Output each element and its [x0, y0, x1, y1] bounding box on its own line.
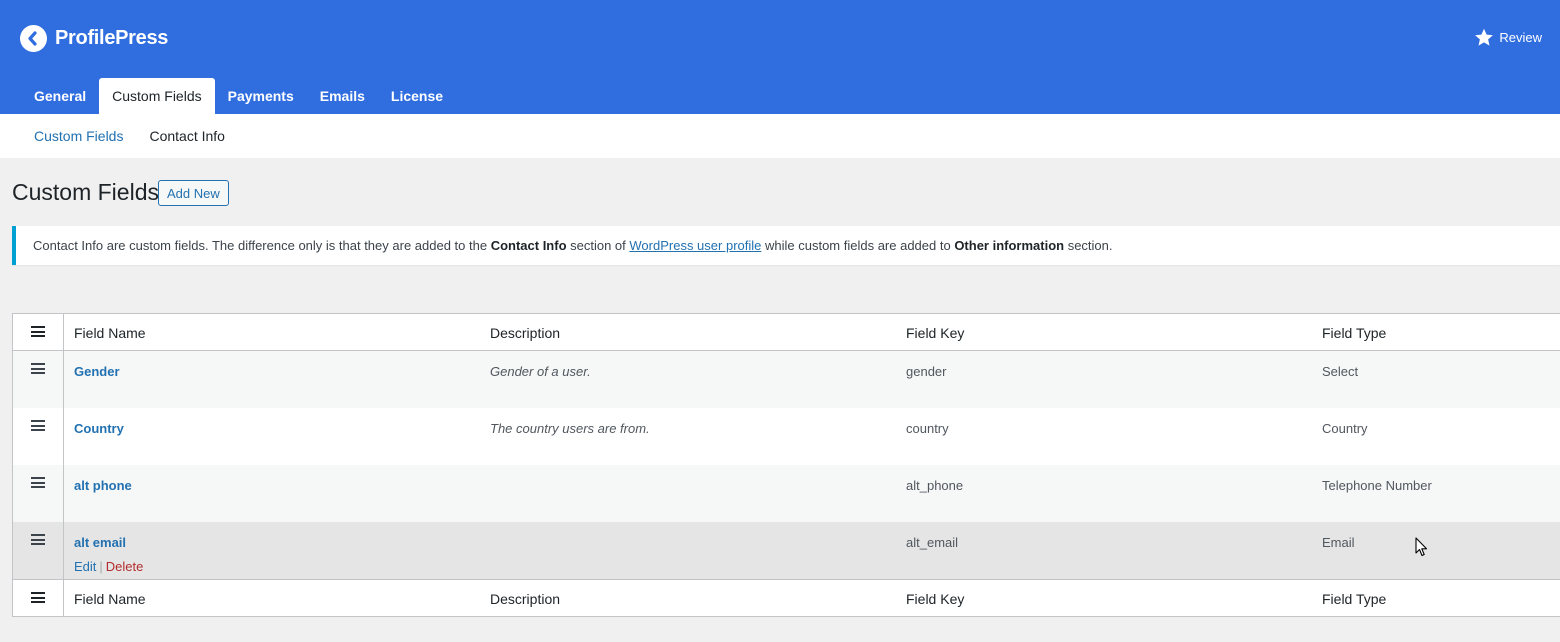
- drag-handle-icon: [31, 420, 45, 431]
- column-header-field-key[interactable]: Field Key: [896, 314, 1312, 350]
- column-footer-description[interactable]: Description: [480, 580, 896, 616]
- table-row: alt email Edit | Delete alt_email Email: [13, 522, 1560, 579]
- field-name-link[interactable]: Country: [64, 408, 480, 465]
- notice-text: Contact Info are custom fields. The diff…: [33, 238, 491, 253]
- notice-text: section.: [1064, 238, 1113, 253]
- delete-link[interactable]: Delete: [106, 559, 144, 574]
- tab-emails[interactable]: Emails: [307, 78, 378, 114]
- main-tabs: General Custom Fields Payments Emails Li…: [21, 78, 456, 114]
- field-description: The country users are from.: [490, 421, 650, 436]
- profilepress-logo[interactable]: ProfilePress: [20, 25, 168, 52]
- notice-bold-other-information: Other information: [954, 238, 1065, 253]
- table-header-row: Field Name Description Field Key Field T…: [13, 314, 1560, 351]
- info-notice: Contact Info are custom fields. The diff…: [12, 226, 1560, 265]
- column-footer-field-key[interactable]: Field Key: [896, 580, 1312, 616]
- menu-icon: [31, 592, 45, 603]
- column-footer-field-type[interactable]: Field Type: [1312, 580, 1542, 616]
- add-new-button[interactable]: Add New: [158, 180, 229, 206]
- sub-navigation: Custom Fields Contact Info: [0, 114, 1560, 158]
- custom-fields-table: Field Name Description Field Key Field T…: [12, 313, 1560, 617]
- table-row: alt phone alt_phone Telephone Number: [13, 465, 1560, 522]
- drag-handle[interactable]: [13, 351, 64, 408]
- column-header-field-name[interactable]: Field Name: [64, 314, 480, 350]
- review-button[interactable]: Review: [1474, 28, 1542, 47]
- drag-handle[interactable]: [13, 465, 64, 522]
- subtab-custom-fields[interactable]: Custom Fields: [21, 128, 136, 144]
- subtab-contact-info[interactable]: Contact Info: [136, 128, 238, 144]
- top-header: ProfilePress Review General Custom Field…: [0, 0, 1560, 114]
- notice-text: while custom fields are added to: [761, 238, 955, 253]
- menu-icon: [31, 326, 45, 337]
- edit-link[interactable]: Edit: [74, 559, 96, 574]
- tab-custom-fields[interactable]: Custom Fields: [99, 78, 215, 114]
- drag-handle[interactable]: [13, 408, 64, 465]
- field-type: Select: [1322, 364, 1359, 379]
- field-description: Gender of a user.: [490, 364, 591, 379]
- field-type: Telephone Number: [1322, 478, 1432, 493]
- column-header-field-type[interactable]: Field Type: [1312, 314, 1542, 350]
- tab-license[interactable]: License: [378, 78, 456, 114]
- column-header-description[interactable]: Description: [480, 314, 896, 350]
- column-footer-field-name[interactable]: Field Name: [64, 580, 480, 616]
- notice-text: section of: [566, 238, 630, 253]
- field-description: [480, 522, 896, 579]
- drag-handle-icon: [31, 363, 45, 374]
- table-row: Country The country users are from. coun…: [13, 408, 1560, 465]
- drag-handle-icon: [31, 534, 45, 545]
- drag-handle[interactable]: [13, 522, 64, 579]
- field-key: alt_phone: [906, 478, 964, 493]
- tab-payments[interactable]: Payments: [215, 78, 307, 114]
- logo-text: ProfilePress: [55, 27, 169, 49]
- wordpress-user-profile-link[interactable]: WordPress user profile: [629, 238, 761, 253]
- field-name-link[interactable]: alt phone: [64, 465, 480, 522]
- table-footer-row: Field Name Description Field Key Field T…: [13, 579, 1560, 616]
- review-label: Review: [1499, 30, 1542, 45]
- field-name-link[interactable]: alt email: [74, 535, 480, 550]
- drag-handle-icon: [31, 477, 45, 488]
- field-name-cell: alt email Edit | Delete: [64, 522, 480, 579]
- notice-bold-contact-info: Contact Info: [490, 238, 567, 253]
- field-type: Country: [1322, 421, 1368, 436]
- star-icon: [1475, 28, 1494, 46]
- page-title: Custom Fields: [12, 179, 159, 205]
- column-handle: [13, 580, 64, 616]
- tab-general[interactable]: General: [21, 78, 99, 114]
- mouse-cursor-icon: [1415, 537, 1428, 557]
- field-name-link[interactable]: Gender: [64, 351, 480, 408]
- table-row: Gender Gender of a user. gender Select: [13, 351, 1560, 408]
- field-description: [480, 465, 896, 522]
- field-key: alt_email: [906, 535, 959, 550]
- field-key: country: [906, 421, 949, 436]
- logo-icon: [20, 25, 47, 52]
- row-actions: Edit | Delete: [74, 559, 480, 574]
- field-key: gender: [906, 364, 947, 379]
- row-actions-separator: |: [99, 559, 103, 574]
- column-handle: [13, 314, 64, 350]
